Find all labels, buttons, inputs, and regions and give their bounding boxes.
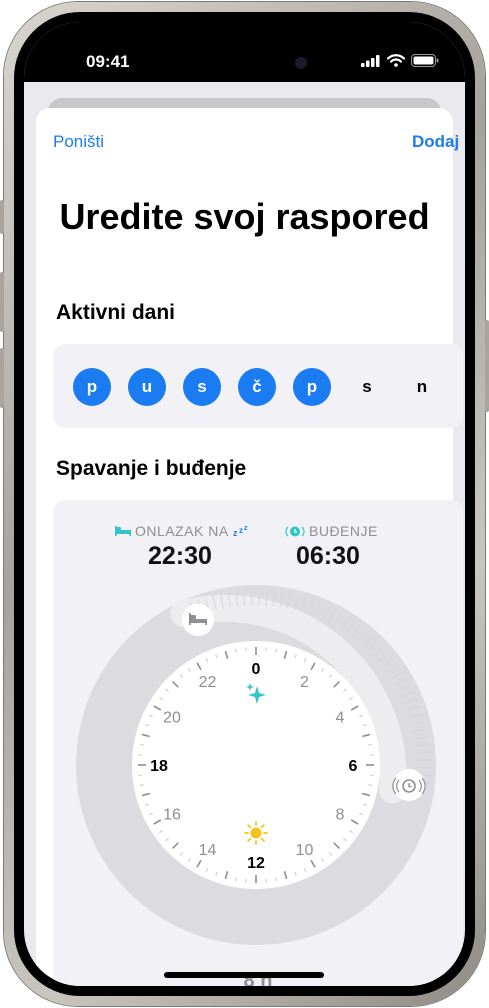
- hour-label: 16: [163, 807, 181, 824]
- clock-tick: [275, 877, 277, 882]
- clock-tick: [235, 877, 237, 882]
- home-indicator: [164, 972, 324, 978]
- day-label: p: [86, 377, 98, 396]
- noon-sun-icon: [244, 821, 268, 845]
- active-days-selector: p u s č p s n: [53, 344, 463, 428]
- hour-label: 6: [349, 758, 358, 775]
- status-bar: 09:41: [24, 22, 465, 82]
- hour-label: 2: [300, 674, 309, 691]
- hour-label: 18: [150, 758, 168, 775]
- status-icons: [361, 54, 439, 67]
- clock-tick: [139, 744, 144, 746]
- day-label: u: [141, 377, 153, 396]
- day-toggle-fri[interactable]: p: [293, 368, 331, 406]
- hour-label: 22: [199, 674, 217, 691]
- sleep-wake-panel: ONLAZAK NA z z z 22:30 BUĐENJE 06:30 0 2…: [53, 500, 463, 986]
- action-button[interactable]: [0, 200, 4, 234]
- day-toggle-wed[interactable]: s: [183, 368, 221, 406]
- hour-label: 20: [163, 710, 181, 727]
- day-toggle-mon[interactable]: p: [73, 368, 111, 406]
- volume-up-button[interactable]: [0, 272, 4, 332]
- edit-schedule-sheet: Poništi Dodaj Uredite svoj raspored Akti…: [36, 108, 463, 986]
- cancel-button[interactable]: Poništi: [53, 132, 104, 152]
- phone-frame: 09:41 Poništi Dodaj Uredite svoj raspore…: [4, 2, 485, 1006]
- day-label: p: [306, 377, 318, 396]
- camera-icon: [295, 57, 307, 69]
- hour-label: 4: [336, 710, 345, 727]
- day-toggle-sat[interactable]: s: [348, 368, 386, 406]
- status-time: 09:41: [86, 52, 130, 71]
- sleep-clock-dial[interactable]: 0 2 4 6 8 10 12 14 16 18 20 22: [53, 500, 463, 986]
- clock-tick: [368, 744, 373, 746]
- bedtime-handle[interactable]: [182, 604, 214, 636]
- clock-tick: [368, 784, 373, 786]
- day-label: n: [416, 377, 428, 396]
- phone-bezel: 09:41 Poništi Dodaj Uredite svoj raspore…: [14, 12, 475, 996]
- battery-icon: [411, 54, 439, 67]
- day-label: s: [197, 377, 207, 396]
- page-title: Uredite svoj raspored: [59, 196, 430, 237]
- hour-label: 12: [247, 855, 265, 872]
- day-label: č: [252, 377, 262, 396]
- day-toggle-thu[interactable]: č: [238, 368, 276, 406]
- hour-label: 14: [199, 842, 217, 859]
- clock-tick: [139, 784, 144, 786]
- hour-label: 10: [296, 842, 314, 859]
- side-button[interactable]: [485, 320, 489, 412]
- wifi-icon: [387, 54, 405, 67]
- clock-tick: [235, 648, 237, 653]
- cellular-signal-icon: [361, 54, 380, 67]
- active-days-heading: Aktivni dani: [56, 301, 176, 324]
- wake-handle[interactable]: [392, 769, 426, 801]
- screen: 09:41 Poništi Dodaj Uredite svoj raspore…: [24, 22, 465, 986]
- add-button[interactable]: Dodaj: [412, 132, 459, 152]
- hour-label: 0: [252, 661, 261, 678]
- volume-down-button[interactable]: [0, 348, 4, 408]
- day-label: s: [362, 377, 372, 396]
- day-toggle-tue[interactable]: u: [128, 368, 166, 406]
- clock-tick: [275, 648, 277, 653]
- hour-label: 8: [336, 807, 345, 824]
- day-toggle-sun[interactable]: n: [403, 368, 441, 406]
- clock-face: [132, 641, 380, 889]
- dynamic-island: [186, 45, 308, 81]
- sleep-wake-heading: Spavanje i buđenje: [56, 457, 247, 480]
